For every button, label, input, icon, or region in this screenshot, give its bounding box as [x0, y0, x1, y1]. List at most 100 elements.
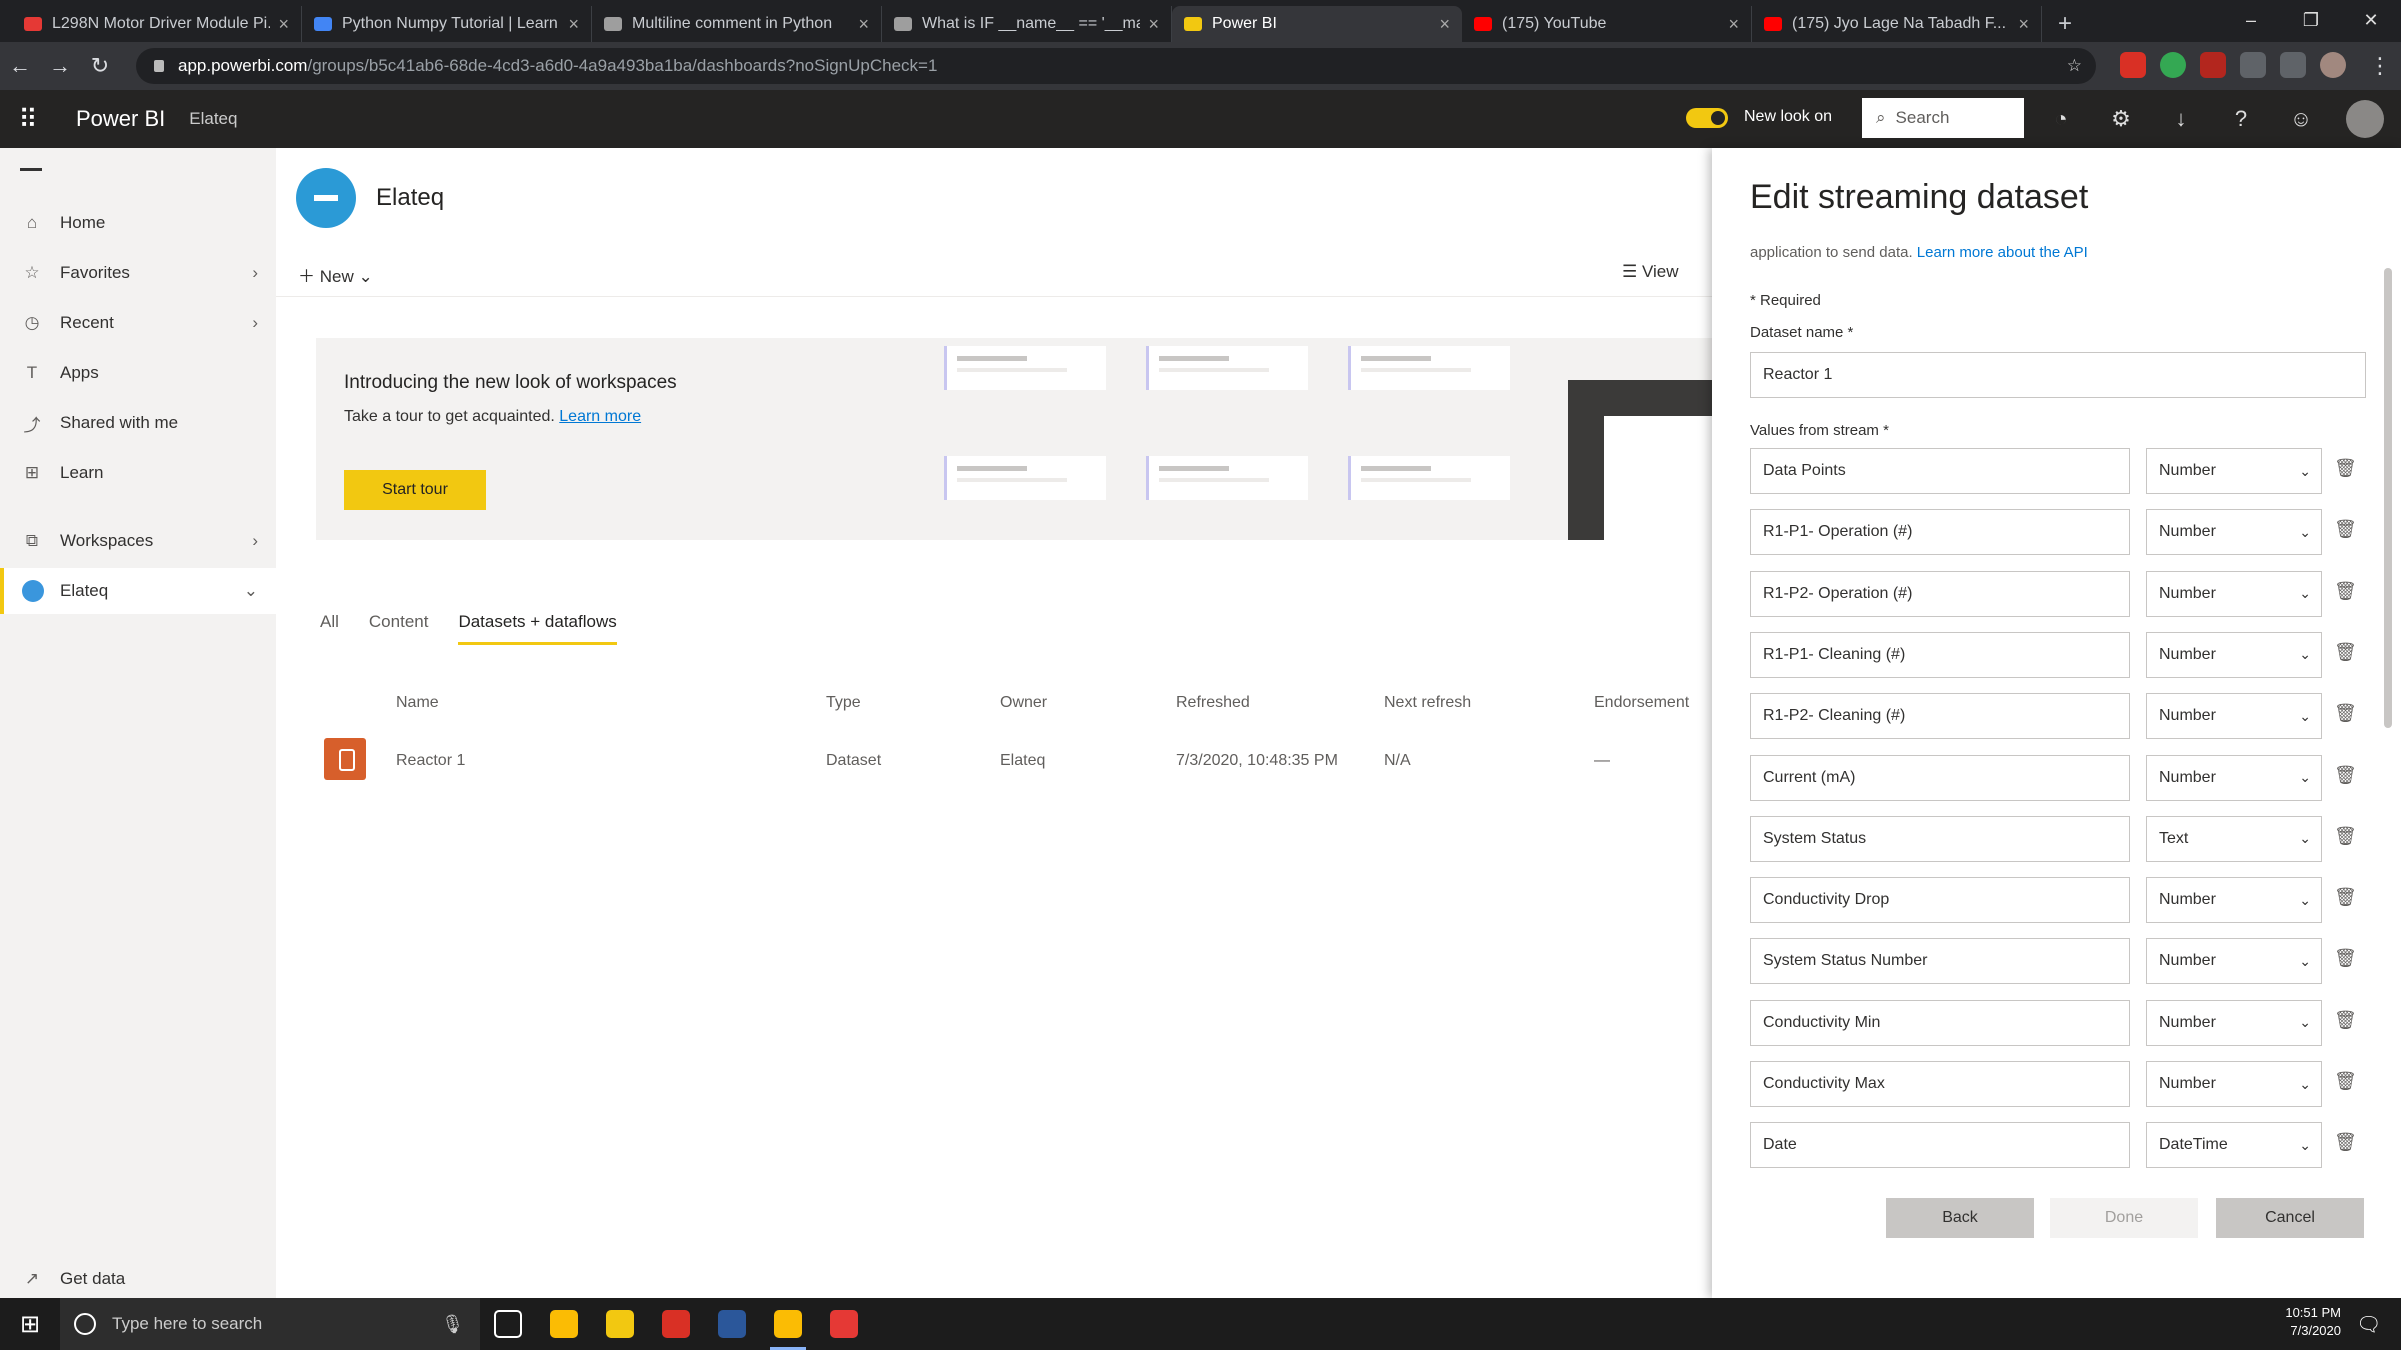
tab-all[interactable]: All [320, 612, 339, 645]
stream-field-type-select[interactable]: Number ⌄ [2146, 877, 2322, 924]
new-button[interactable]: ＋ New ⌄ [298, 262, 373, 287]
browser-tab[interactable]: (175) YouTube × [1462, 6, 1752, 42]
column-header-refreshed[interactable]: Refreshed [1176, 694, 1250, 712]
chrome-active-icon[interactable] [760, 1298, 816, 1350]
browser-tab[interactable]: Power BI × [1172, 6, 1462, 42]
stream-field-type-select[interactable]: Number ⌄ [2146, 509, 2322, 556]
stream-field-type-select[interactable]: Number ⌄ [2146, 570, 2322, 617]
acrobat-icon[interactable] [648, 1298, 704, 1350]
dataset-name-input[interactable]: Reactor 1 [1750, 352, 2366, 398]
delete-field-trash-icon[interactable]: 🗑 [2334, 458, 2357, 482]
stream-field-type-select[interactable]: Number ⌄ [2146, 693, 2322, 740]
api-learn-more-link[interactable]: Learn more about the API [1917, 244, 2088, 261]
help-icon[interactable]: ? [2226, 104, 2256, 134]
url-field[interactable]: app.powerbi.com /groups/b5c41ab6-68de-4c… [136, 48, 2096, 84]
view-button[interactable]: ☰ View [1622, 262, 1679, 282]
stream-field-type-select[interactable]: Text ⌄ [2146, 815, 2322, 862]
delete-field-trash-icon[interactable]: 🗑 [2334, 581, 2357, 605]
start-tour-button[interactable]: Start tour [344, 470, 486, 510]
stream-field-name-input[interactable]: R1-P1- Cleaning (#) [1750, 631, 2130, 678]
browser-tab[interactable]: (175) Jyo Lage Na Tabadh F... × [1752, 6, 2042, 42]
delete-field-trash-icon[interactable]: 🗑 [2334, 887, 2357, 911]
browser-tab[interactable]: L298N Motor Driver Module Pi... × [12, 6, 302, 42]
stream-field-name-input[interactable]: Current (mA) [1750, 754, 2130, 801]
extension-green-icon[interactable] [2160, 52, 2186, 78]
brand-title[interactable]: Power BI [76, 106, 165, 132]
feedback-icon[interactable]: ☺ [2286, 104, 2316, 134]
delete-field-trash-icon[interactable]: 🗑 [2334, 948, 2357, 972]
column-header-next-refresh[interactable]: Next refresh [1384, 694, 1471, 712]
extensions-puzzle-icon[interactable] [2240, 52, 2266, 78]
column-header-type[interactable]: Type [826, 694, 861, 712]
browser-tab[interactable]: What is IF __name__ == '__main... × [882, 6, 1172, 42]
stream-field-name-input[interactable]: Data Points [1750, 448, 2130, 494]
row-name[interactable]: Reactor 1 [396, 752, 465, 770]
tab-close-icon[interactable]: × [1439, 14, 1450, 35]
stream-field-type-select[interactable]: Number ⌄ [2146, 448, 2322, 494]
column-header-name[interactable]: Name [396, 694, 439, 712]
tab-close-icon[interactable]: × [1728, 14, 1739, 35]
stream-field-type-select[interactable]: Number ⌄ [2146, 631, 2322, 678]
workspace-breadcrumb[interactable]: Elateq [189, 109, 237, 129]
sidebar-item-recent[interactable]: ◷ Recent › [0, 300, 276, 346]
stream-field-name-input[interactable]: System Status [1750, 815, 2130, 862]
tab-close-icon[interactable]: × [2018, 14, 2029, 35]
windows-start-icon[interactable]: ⊞ [0, 1310, 60, 1339]
panel-scrollbar[interactable] [2384, 268, 2392, 728]
chevron-down-icon[interactable]: ⌄ [244, 581, 258, 601]
chevron-right-icon[interactable]: › [252, 263, 258, 283]
maximize-icon[interactable]: ❐ [2281, 0, 2341, 40]
delete-field-trash-icon[interactable]: 🗑 [2334, 703, 2357, 727]
get-data-link[interactable]: ↗ Get data [0, 1256, 276, 1302]
profile-avatar-icon[interactable] [2320, 52, 2346, 78]
header-search-box[interactable]: ⌕ Search [1862, 98, 2024, 138]
download-icon[interactable]: ↓ [2166, 104, 2196, 134]
system-tray-clock[interactable]: 10:51 PM 7/3/2020 [2285, 1304, 2341, 1340]
notifications-icon[interactable]: ◔ [2046, 104, 2076, 134]
back-icon[interactable]: ← [0, 53, 40, 79]
stream-field-type-select[interactable]: DateTime ⌄ [2146, 1122, 2322, 1169]
sidebar-item-favorites[interactable]: ☆ Favorites › [0, 250, 276, 296]
bookmark-star-icon[interactable]: ☆ [2067, 56, 2082, 76]
cancel-button[interactable]: Cancel [2216, 1198, 2364, 1238]
delete-field-trash-icon[interactable]: 🗑 [2334, 642, 2357, 666]
stream-field-name-input[interactable]: Date [1750, 1122, 2130, 1169]
stream-field-type-select[interactable]: Number ⌄ [2146, 754, 2322, 801]
file-explorer-icon[interactable] [592, 1298, 648, 1350]
stream-field-name-input[interactable]: System Status Number [1750, 938, 2130, 985]
sidebar-item-apps[interactable]: T Apps [0, 350, 276, 396]
sidebar-item-workspaces[interactable]: ⧉ Workspaces › [0, 518, 276, 564]
browser-menu-icon[interactable]: ⋮ [2360, 53, 2400, 79]
stream-field-name-input[interactable]: R1-P2- Cleaning (#) [1750, 693, 2130, 740]
new-tab-plus-icon[interactable]: + [2042, 6, 2088, 42]
stream-field-name-input[interactable]: Conductivity Min [1750, 999, 2130, 1046]
sidebar-item-shared-with-me[interactable]: ⤴ Shared with me [0, 400, 276, 446]
stream-field-type-select[interactable]: Number ⌄ [2146, 938, 2322, 985]
browser-tab[interactable]: Python Numpy Tutorial | Learn N... × [302, 6, 592, 42]
microphone-icon[interactable]: 🎙 [441, 1314, 464, 1335]
taskbar-search-box[interactable]: Type here to search 🎙 [60, 1298, 480, 1350]
sidebar-item-home[interactable]: ⌂ Home [0, 200, 276, 246]
delete-field-trash-icon[interactable]: 🗑 [2334, 826, 2357, 850]
chrome-icon[interactable] [536, 1298, 592, 1350]
stream-field-name-input[interactable]: R1-P1- Operation (#) [1750, 509, 2130, 556]
minimize-icon[interactable]: – [2221, 0, 2281, 40]
stream-field-name-input[interactable]: Conductivity Max [1750, 1061, 2130, 1107]
task-view-icon[interactable] [480, 1298, 536, 1350]
stream-field-type-select[interactable]: Number ⌄ [2146, 999, 2322, 1046]
stream-field-type-select[interactable]: Number ⌄ [2146, 1061, 2322, 1107]
column-header-endorsement[interactable]: Endorsement [1594, 694, 1704, 712]
tab-datasets-dataflows[interactable]: Datasets + dataflows [458, 612, 617, 645]
sidebar-item-learn[interactable]: ⊞ Learn [0, 450, 276, 496]
extension-adblock-icon[interactable] [2120, 52, 2146, 78]
action-center-icon[interactable]: 🗨 [2356, 1312, 2381, 1337]
app-launcher-icon[interactable]: ⠿ [0, 104, 56, 135]
reload-icon[interactable]: ↻ [80, 53, 120, 79]
delete-field-trash-icon[interactable]: 🗑 [2334, 519, 2357, 543]
stream-field-name-input[interactable]: R1-P2- Operation (#) [1750, 570, 2130, 617]
back-button[interactable]: Back [1886, 1198, 2034, 1238]
extension-pdf-icon[interactable] [2200, 52, 2226, 78]
stream-field-name-input[interactable]: Conductivity Drop [1750, 877, 2130, 924]
settings-gear-icon[interactable]: ⚙ [2106, 104, 2136, 134]
learn-more-link[interactable]: Learn more [559, 408, 641, 425]
